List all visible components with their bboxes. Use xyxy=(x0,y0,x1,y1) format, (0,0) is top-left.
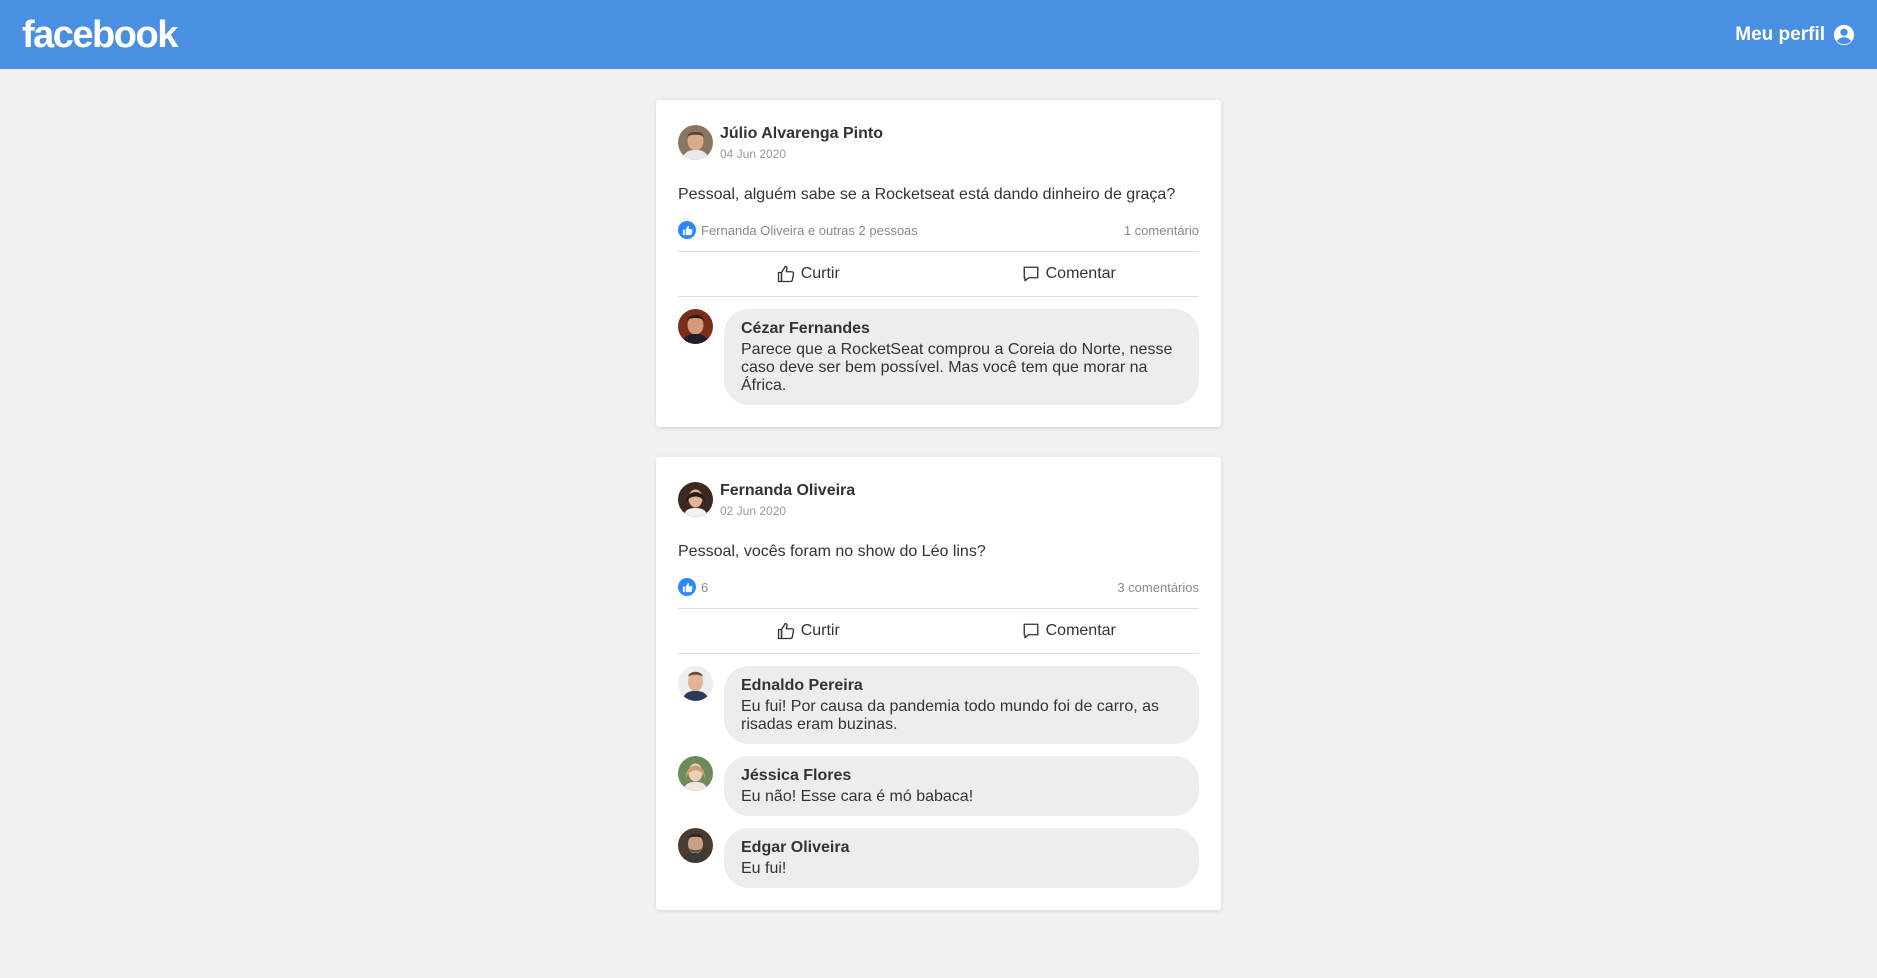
post-stats: 6 3 comentários xyxy=(678,578,1199,609)
avatar[interactable] xyxy=(678,666,713,701)
news-feed: Júlio Alvarenga Pinto 04 Jun 2020 Pessoa… xyxy=(656,100,1221,910)
comment-text: Eu fui! Por causa da pandemia todo mundo… xyxy=(741,698,1160,733)
post-header: Júlio Alvarenga Pinto 04 Jun 2020 xyxy=(678,124,1199,161)
like-button[interactable]: Curtir xyxy=(678,252,939,296)
post: Fernanda Oliveira 02 Jun 2020 Pessoal, v… xyxy=(656,457,1221,910)
post: Júlio Alvarenga Pinto 04 Jun 2020 Pessoa… xyxy=(656,100,1221,427)
likes-summary[interactable]: 6 xyxy=(678,578,708,596)
avatar[interactable] xyxy=(678,309,713,344)
thumbs-up-badge-icon xyxy=(678,578,696,596)
like-button[interactable]: Curtir xyxy=(678,609,939,653)
post-stats: Fernanda Oliveira e outras 2 pessoas 1 c… xyxy=(678,221,1199,252)
comments-count[interactable]: 3 comentários xyxy=(1117,580,1199,595)
likes-text: Fernanda Oliveira e outras 2 pessoas xyxy=(701,222,918,238)
comment-text: Eu fui! xyxy=(741,860,787,877)
comment: Edgar Oliveira Eu fui! xyxy=(678,828,1199,888)
comment-text: Eu não! Esse cara é mó babaca! xyxy=(741,788,974,805)
thumbs-up-icon xyxy=(777,265,794,283)
profile-label: Meu perfil xyxy=(1735,23,1825,45)
thumbs-up-badge-icon xyxy=(678,221,696,239)
comment-bubble: Cézar Fernandes Parece que a RocketSeat … xyxy=(724,309,1199,405)
avatar[interactable] xyxy=(678,756,713,791)
top-bar: facebook Meu perfil xyxy=(0,0,1877,69)
avatar[interactable] xyxy=(678,482,713,517)
comment-author[interactable]: Edgar Oliveira xyxy=(741,838,1182,858)
comment-bubble: Ednaldo Pereira Eu fui! Por causa da pan… xyxy=(724,666,1199,744)
author-name[interactable]: Fernanda Oliveira xyxy=(720,481,855,501)
comment-label: Comentar xyxy=(1045,622,1116,639)
comment: Ednaldo Pereira Eu fui! Por causa da pan… xyxy=(678,666,1199,744)
likes-text: 6 xyxy=(701,579,709,595)
comments-count[interactable]: 1 comentário xyxy=(1124,223,1199,238)
avatar[interactable] xyxy=(678,828,713,863)
post-header: Fernanda Oliveira 02 Jun 2020 xyxy=(678,481,1199,518)
author-info: Júlio Alvarenga Pinto 04 Jun 2020 xyxy=(720,124,883,161)
my-profile-link[interactable]: Meu perfil xyxy=(1735,24,1855,46)
post-date: 02 Jun 2020 xyxy=(720,504,787,518)
comment-author[interactable]: Ednaldo Pereira xyxy=(741,676,1182,696)
post-content: Pessoal, vocês foram no show do Léo lins… xyxy=(678,543,986,560)
comments-list: Ednaldo Pereira Eu fui! Por causa da pan… xyxy=(678,654,1199,888)
user-circle-icon xyxy=(1833,24,1855,46)
facebook-logo[interactable]: facebook xyxy=(22,16,178,54)
likes-summary[interactable]: Fernanda Oliveira e outras 2 pessoas xyxy=(678,221,918,239)
comment-author[interactable]: Jéssica Flores xyxy=(741,766,1182,786)
author-info: Fernanda Oliveira 02 Jun 2020 xyxy=(720,481,855,518)
comment-button[interactable]: Comentar xyxy=(939,252,1200,296)
author-name[interactable]: Júlio Alvarenga Pinto xyxy=(720,124,883,144)
comment-button[interactable]: Comentar xyxy=(939,609,1200,653)
post-actions: Curtir Comentar xyxy=(678,609,1199,654)
comments-list: Cézar Fernandes Parece que a RocketSeat … xyxy=(678,297,1199,405)
avatar[interactable] xyxy=(678,125,713,160)
comment-icon xyxy=(1023,266,1039,282)
comment-icon xyxy=(1023,623,1039,639)
comment-text: Parece que a RocketSeat comprou a Coreia… xyxy=(741,341,1173,394)
comment-bubble: Jéssica Flores Eu não! Esse cara é mó ba… xyxy=(724,756,1199,816)
like-label: Curtir xyxy=(800,265,840,282)
comment-label: Comentar xyxy=(1045,265,1116,282)
post-date: 04 Jun 2020 xyxy=(720,147,787,161)
comment-bubble: Edgar Oliveira Eu fui! xyxy=(724,828,1199,888)
like-label: Curtir xyxy=(800,622,840,639)
comment: Jéssica Flores Eu não! Esse cara é mó ba… xyxy=(678,756,1199,816)
post-content: Pessoal, alguém sabe se a Rocketseat est… xyxy=(678,186,1176,203)
comment: Cézar Fernandes Parece que a RocketSeat … xyxy=(678,309,1199,405)
post-actions: Curtir Comentar xyxy=(678,252,1199,297)
thumbs-up-icon xyxy=(777,622,794,640)
comment-author[interactable]: Cézar Fernandes xyxy=(741,319,1182,339)
